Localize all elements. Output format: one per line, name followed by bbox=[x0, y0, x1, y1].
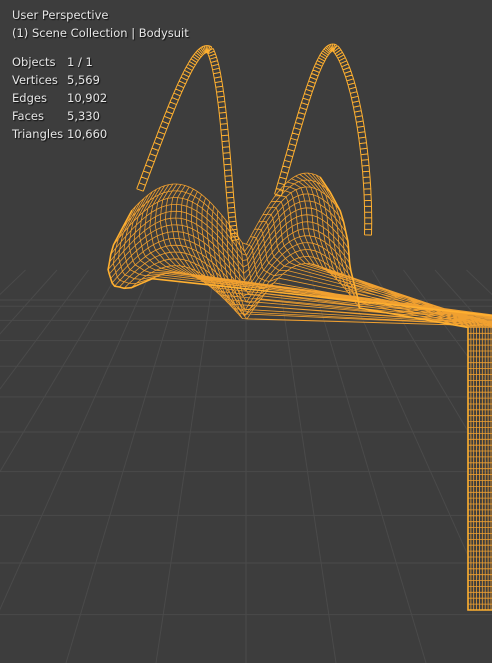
stat-value: 10,660 bbox=[67, 127, 108, 141]
stat-label: Edges bbox=[12, 91, 47, 105]
stat-value: 1 / 1 bbox=[67, 55, 93, 69]
stat-row-vertices: Vertices 5,569 bbox=[12, 71, 107, 89]
stat-label: Faces bbox=[12, 109, 44, 123]
body-mesh bbox=[107, 172, 492, 611]
stat-label: Objects bbox=[12, 55, 56, 69]
stat-value: 10,902 bbox=[67, 91, 108, 105]
left-strap-mesh bbox=[136, 45, 213, 192]
collection-info: (1) Scene Collection | Bodysuit bbox=[12, 26, 189, 40]
stat-label: Triangles bbox=[12, 127, 64, 141]
stat-row-faces: Faces 5,330 bbox=[12, 107, 107, 125]
stat-value: 5,330 bbox=[67, 109, 100, 123]
left-strap-inner bbox=[206, 48, 239, 242]
stat-value: 5,569 bbox=[67, 73, 100, 87]
stat-row-triangles: Triangles 10,660 bbox=[12, 125, 107, 143]
stat-row-edges: Edges 10,902 bbox=[12, 89, 107, 107]
stat-label: Vertices bbox=[12, 73, 58, 87]
statistics-overlay: Objects 1 / 1 Vertices 5,569 Edges 10,90… bbox=[12, 53, 107, 143]
stat-row-objects: Objects 1 / 1 bbox=[12, 53, 107, 71]
3d-viewport[interactable]: User Perspective (1) Scene Collection | … bbox=[0, 0, 492, 663]
view-name: User Perspective bbox=[12, 8, 109, 22]
body-outline bbox=[107, 176, 492, 611]
